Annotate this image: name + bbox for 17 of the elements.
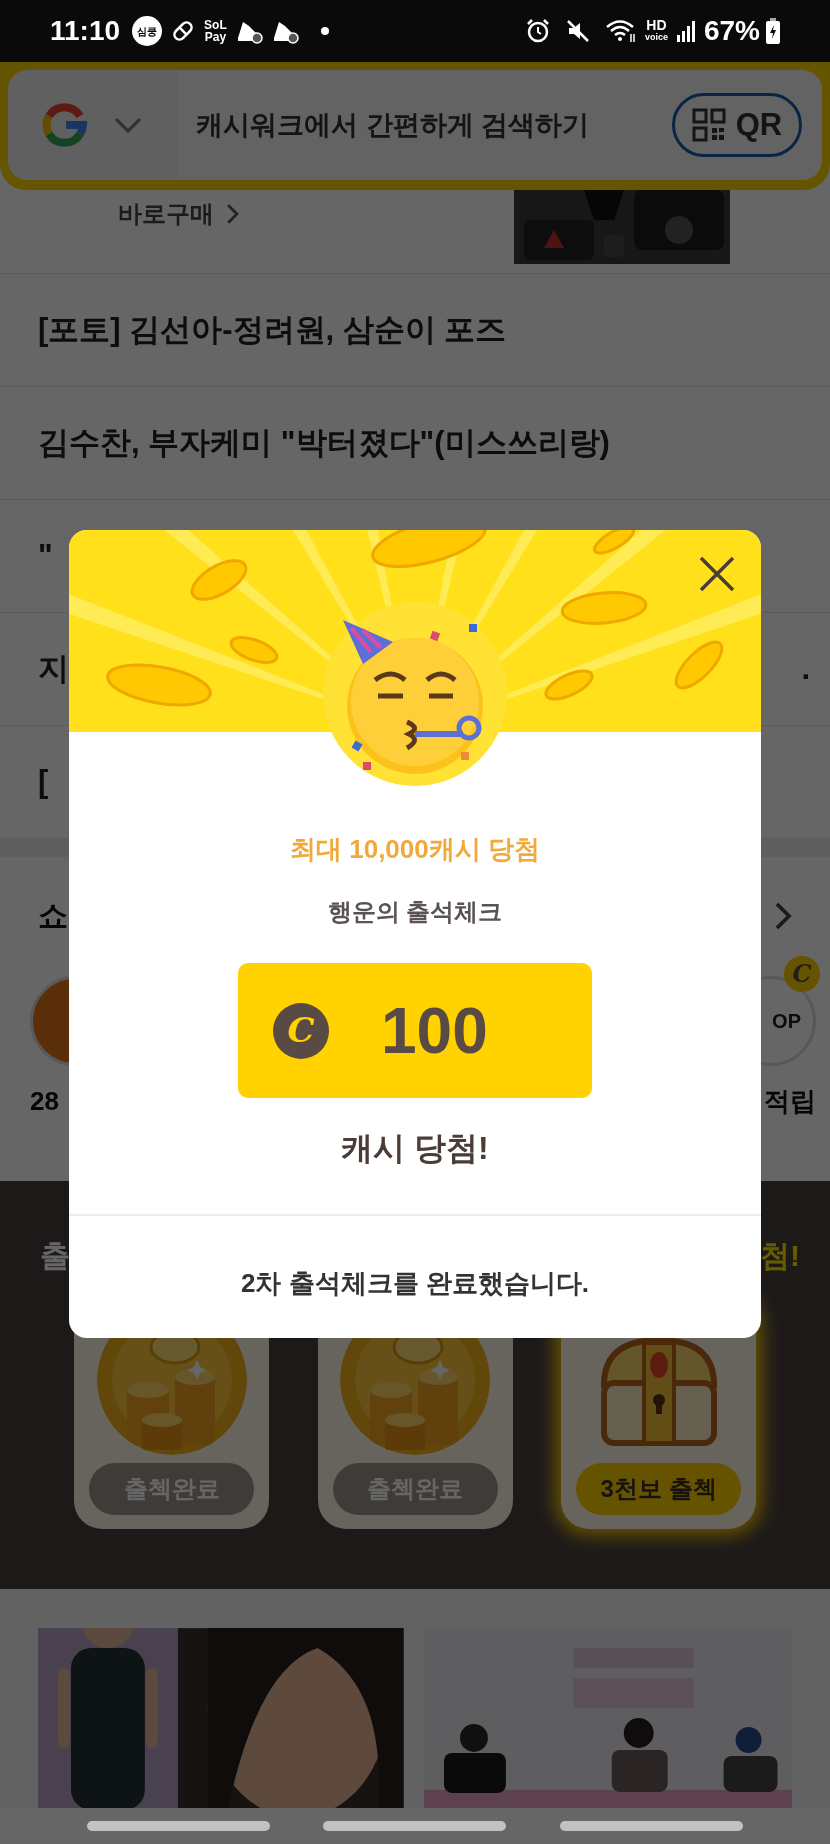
section-title-end: 첨! xyxy=(760,1238,800,1274)
news-title-end: . xyxy=(801,649,810,688)
shortcut-label: 적립 xyxy=(764,1085,816,1118)
dialog-headline: 최대 10,000캐시 당첨 xyxy=(290,833,540,866)
dialog-subtitle: 행운의 출석체크 xyxy=(327,897,503,927)
pay-logo: SoL Pay xyxy=(204,19,227,43)
prize-amount: 100 xyxy=(381,993,488,1069)
battery-percent: 67% xyxy=(703,14,760,48)
clock: 11:10 xyxy=(50,14,121,48)
chat-badge: 심쿵 xyxy=(132,16,163,46)
dialog-result: 캐시 당첨! xyxy=(341,1129,489,1168)
call-label: HD voice xyxy=(644,19,668,43)
coin-badge: C xyxy=(784,956,820,992)
coin-icon: C xyxy=(273,1002,329,1059)
section-title: 쇼 xyxy=(38,898,68,934)
shortcut-label: 28 xyxy=(30,1085,59,1118)
section-title: 출 xyxy=(40,1238,70,1274)
